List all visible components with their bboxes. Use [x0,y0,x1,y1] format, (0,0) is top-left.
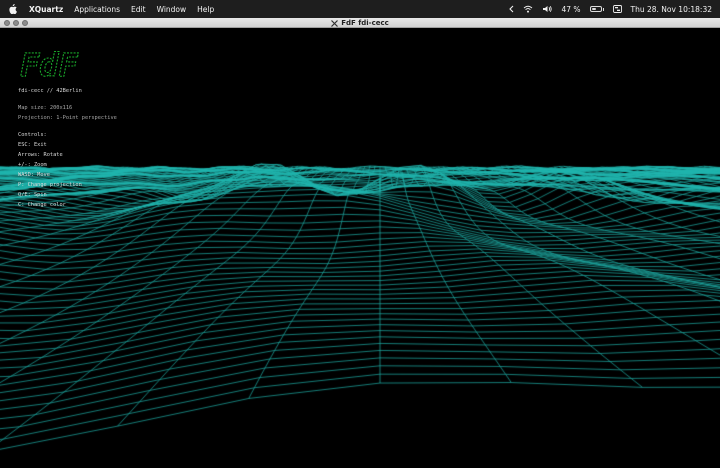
hud-control-zoom: +/-: Zoom [18,162,47,168]
fdf-logo: FdF [19,46,79,82]
wifi-icon[interactable] [523,5,533,13]
menubar-clock[interactable]: Thu 28. Nov 10:18:32 [631,5,713,14]
hud-header: fdi-cecc // 42Berlin [18,88,82,94]
window-title-text: FdF fdi-cecc [341,19,389,27]
battery-icon[interactable] [589,6,604,12]
hud-control-move: WASD: Move [18,172,50,178]
hud-control-rotate: Arrows: Rotate [18,152,63,158]
menu-edit[interactable]: Edit [131,5,146,14]
menu-app-xquartz[interactable]: XQuartz [29,5,63,14]
hud-control-projection: P: Change projection [18,182,82,188]
hud-control-color: C: Change color [18,202,66,208]
speaker-icon[interactable] [542,5,553,13]
hud-control-spin: Q/E: Spin [18,192,47,198]
hud-map-size: Map size: 200x116 [18,105,73,111]
window-title: FdF fdi-cecc [0,18,720,28]
chevron-left-icon[interactable] [509,5,514,13]
xquartz-icon [331,19,339,27]
hud-controls-title: Controls: [18,132,47,138]
battery-level-fill [591,8,596,10]
hud-control-exit: ESC: Exit [18,142,47,148]
menu-window[interactable]: Window [157,5,187,14]
menu-applications[interactable]: Applications [74,5,120,14]
fdf-viewport[interactable]: FdF fdi-cecc // 42Berlin Map size: 200x1… [0,28,720,468]
battery-percent: 47 % [561,4,581,14]
control-center-icon[interactable] [612,5,622,13]
fdf-logo-text: FdF [20,46,79,82]
apple-icon[interactable] [8,4,17,14]
hud-panel: fdi-cecc // 42Berlin Map size: 200x116 P… [18,86,117,210]
window-titlebar[interactable]: FdF fdi-cecc [0,18,720,28]
menu-help[interactable]: Help [197,5,214,14]
hud-projection: Projection: 1-Point perspective [18,115,117,121]
menu-bar: XQuartz Applications Edit Window Help 47… [0,0,720,18]
